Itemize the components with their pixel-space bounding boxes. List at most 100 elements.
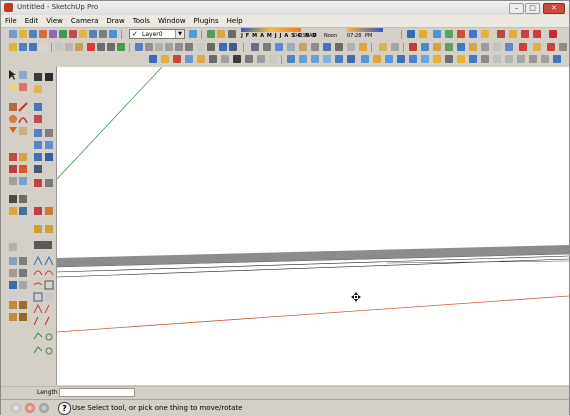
match-photo-icon[interactable] xyxy=(257,55,265,63)
open-folder-icon[interactable] xyxy=(19,43,27,51)
plugin-tool-icon[interactable] xyxy=(9,313,17,321)
model-canvas[interactable] xyxy=(57,67,569,385)
get-models-icon[interactable] xyxy=(457,30,465,38)
sandbox-smoove-icon[interactable] xyxy=(379,43,387,51)
axes-icon[interactable] xyxy=(469,43,477,51)
display-shadows-icon[interactable] xyxy=(217,30,225,38)
zoom-extents-tool-icon[interactable] xyxy=(34,153,42,161)
dimension-icon[interactable] xyxy=(481,43,489,51)
geo-location-icon[interactable] xyxy=(11,403,21,413)
undo-icon[interactable] xyxy=(521,30,529,38)
print-preview-icon[interactable] xyxy=(117,43,125,51)
erase-selection-icon[interactable] xyxy=(87,43,95,51)
text-tool-icon[interactable] xyxy=(493,43,501,51)
move-tool-icon[interactable] xyxy=(34,103,42,111)
save-icon[interactable] xyxy=(39,30,47,38)
perspective-icon[interactable] xyxy=(233,55,241,63)
extension-2-tool-icon[interactable] xyxy=(19,301,27,309)
menu-tools[interactable]: Tools xyxy=(129,15,154,25)
scenes-tool-icon[interactable] xyxy=(9,281,17,289)
redo-arrow-icon[interactable] xyxy=(107,43,115,51)
footprints-tool-icon[interactable] xyxy=(45,73,53,81)
look-around-icon[interactable] xyxy=(433,43,441,51)
arc-tool-icon[interactable] xyxy=(18,117,28,124)
shadows-tool-icon[interactable] xyxy=(19,281,27,289)
user-icon[interactable] xyxy=(39,403,49,413)
layer-visibility-icon[interactable] xyxy=(481,55,489,63)
layer-dropdown[interactable]: ✓ Layer0 ▼ xyxy=(129,29,185,39)
zoom-icon[interactable] xyxy=(109,30,117,38)
zoom-tool-icon[interactable] xyxy=(34,141,42,149)
make-component-tool-icon[interactable] xyxy=(19,71,27,79)
select-tool-icon[interactable] xyxy=(9,70,16,80)
corner-tool-icon[interactable] xyxy=(45,293,53,301)
paint-bucket-tool-icon[interactable] xyxy=(9,83,17,91)
subtract-icon[interactable] xyxy=(323,55,331,63)
menu-window[interactable]: Window xyxy=(154,15,190,25)
trim-icon[interactable] xyxy=(335,55,343,63)
pan-tool-icon[interactable] xyxy=(45,129,53,137)
standard-view-iso-icon[interactable] xyxy=(149,55,157,63)
fog-icon[interactable] xyxy=(228,30,236,38)
paste-icon[interactable] xyxy=(75,43,83,51)
copy-icon[interactable] xyxy=(65,43,73,51)
circle-green-2-tool-icon[interactable] xyxy=(45,347,53,355)
sandbox-stamp-icon[interactable] xyxy=(391,43,399,51)
styles-tool-icon[interactable] xyxy=(34,241,52,249)
shadow-time-slider[interactable]: 07:28 PM xyxy=(347,28,383,40)
maximize-button[interactable]: □ xyxy=(525,3,540,14)
component-attributes-icon[interactable] xyxy=(457,55,465,63)
curve-green-tool-icon[interactable] xyxy=(33,332,43,340)
scale-icon[interactable] xyxy=(519,43,527,51)
walk-icon[interactable] xyxy=(421,43,429,51)
back-edges-icon[interactable] xyxy=(323,43,331,51)
help-icon[interactable]: ? xyxy=(58,402,71,415)
line-3-tool-icon[interactable] xyxy=(33,316,50,326)
display-section-icon[interactable] xyxy=(347,43,355,51)
circle-tool-icon[interactable] xyxy=(9,115,17,123)
menu-file[interactable]: File xyxy=(1,15,21,25)
text-tool-icon[interactable] xyxy=(9,195,17,203)
menu-edit[interactable]: Edit xyxy=(21,15,43,25)
shadow-settings-icon[interactable] xyxy=(207,30,215,38)
pan-icon[interactable] xyxy=(99,30,107,38)
layer-manager-icon[interactable] xyxy=(189,30,197,38)
dynamic-components-icon[interactable] xyxy=(433,55,441,63)
section-cuts-icon[interactable] xyxy=(335,43,343,51)
lock-icon[interactable] xyxy=(541,55,549,63)
outer-shell-icon[interactable] xyxy=(287,55,295,63)
view-back-icon[interactable] xyxy=(175,43,183,51)
push-pull-tool-icon[interactable] xyxy=(34,115,42,123)
minimize-button[interactable]: – xyxy=(509,3,524,14)
walk-tool-2-icon[interactable] xyxy=(19,207,27,215)
extension-tool-icon[interactable] xyxy=(9,301,17,309)
google-sketchup-icon[interactable] xyxy=(421,55,429,63)
sandbox-flip-edge-icon[interactable] xyxy=(409,55,417,63)
materials-tool-icon[interactable] xyxy=(19,257,27,265)
sandbox-from-scratch-icon[interactable] xyxy=(373,55,381,63)
polyline-tool-icon[interactable] xyxy=(33,282,43,286)
two-point-perspective-icon[interactable] xyxy=(245,55,253,63)
photo-textures-icon[interactable] xyxy=(433,30,441,38)
view-iso-icon[interactable] xyxy=(135,43,143,51)
intersect-icon[interactable] xyxy=(299,55,307,63)
view-front-icon[interactable] xyxy=(155,43,163,51)
protractor-icon[interactable] xyxy=(457,43,465,51)
protractor-tool-icon[interactable] xyxy=(34,179,42,187)
interact-icon[interactable] xyxy=(469,55,477,63)
outliner-tool-icon[interactable] xyxy=(19,269,27,277)
line-2-tool-icon[interactable] xyxy=(44,304,50,314)
layers-tool-icon[interactable] xyxy=(9,269,17,277)
cut-icon[interactable] xyxy=(55,43,63,51)
tape-measure-tool-icon[interactable] xyxy=(9,177,17,185)
monochrome-icon[interactable] xyxy=(311,43,319,51)
polygon-tool-icon[interactable] xyxy=(9,127,17,133)
3d-text-icon[interactable] xyxy=(505,43,513,51)
axes-tool-icon[interactable] xyxy=(45,179,53,187)
zoom-window-tool-icon[interactable] xyxy=(45,141,53,149)
view-left-icon[interactable] xyxy=(185,43,193,51)
corner-angle-tool-icon[interactable] xyxy=(33,303,43,314)
delete-icon[interactable] xyxy=(69,30,77,38)
walk-tool-icon[interactable] xyxy=(34,73,42,81)
unhide-icon[interactable] xyxy=(529,55,537,63)
